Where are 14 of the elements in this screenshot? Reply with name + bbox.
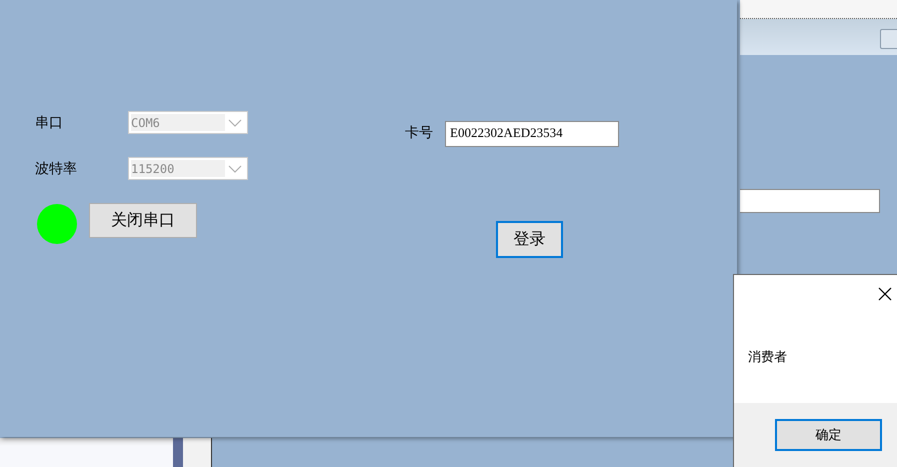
field-label: 波特率	[35, 160, 77, 178]
chevron-down-icon	[227, 118, 243, 128]
login-button[interactable]: 登录	[496, 221, 563, 258]
ok-button[interactable]: 确定	[775, 419, 882, 451]
window-button[interactable]	[880, 29, 897, 49]
field-label: 串口	[35, 114, 63, 132]
card-number-field[interactable]: E0022302AED23534	[445, 121, 619, 147]
close-icon[interactable]	[878, 287, 892, 301]
message-text: 消费者	[748, 349, 787, 366]
field-label: 卡号	[405, 124, 433, 142]
input-field[interactable]	[740, 189, 880, 213]
scroll-bar	[173, 438, 183, 467]
chevron-down-icon	[227, 164, 243, 174]
close-port-button[interactable]: 关闭串口	[89, 203, 197, 238]
